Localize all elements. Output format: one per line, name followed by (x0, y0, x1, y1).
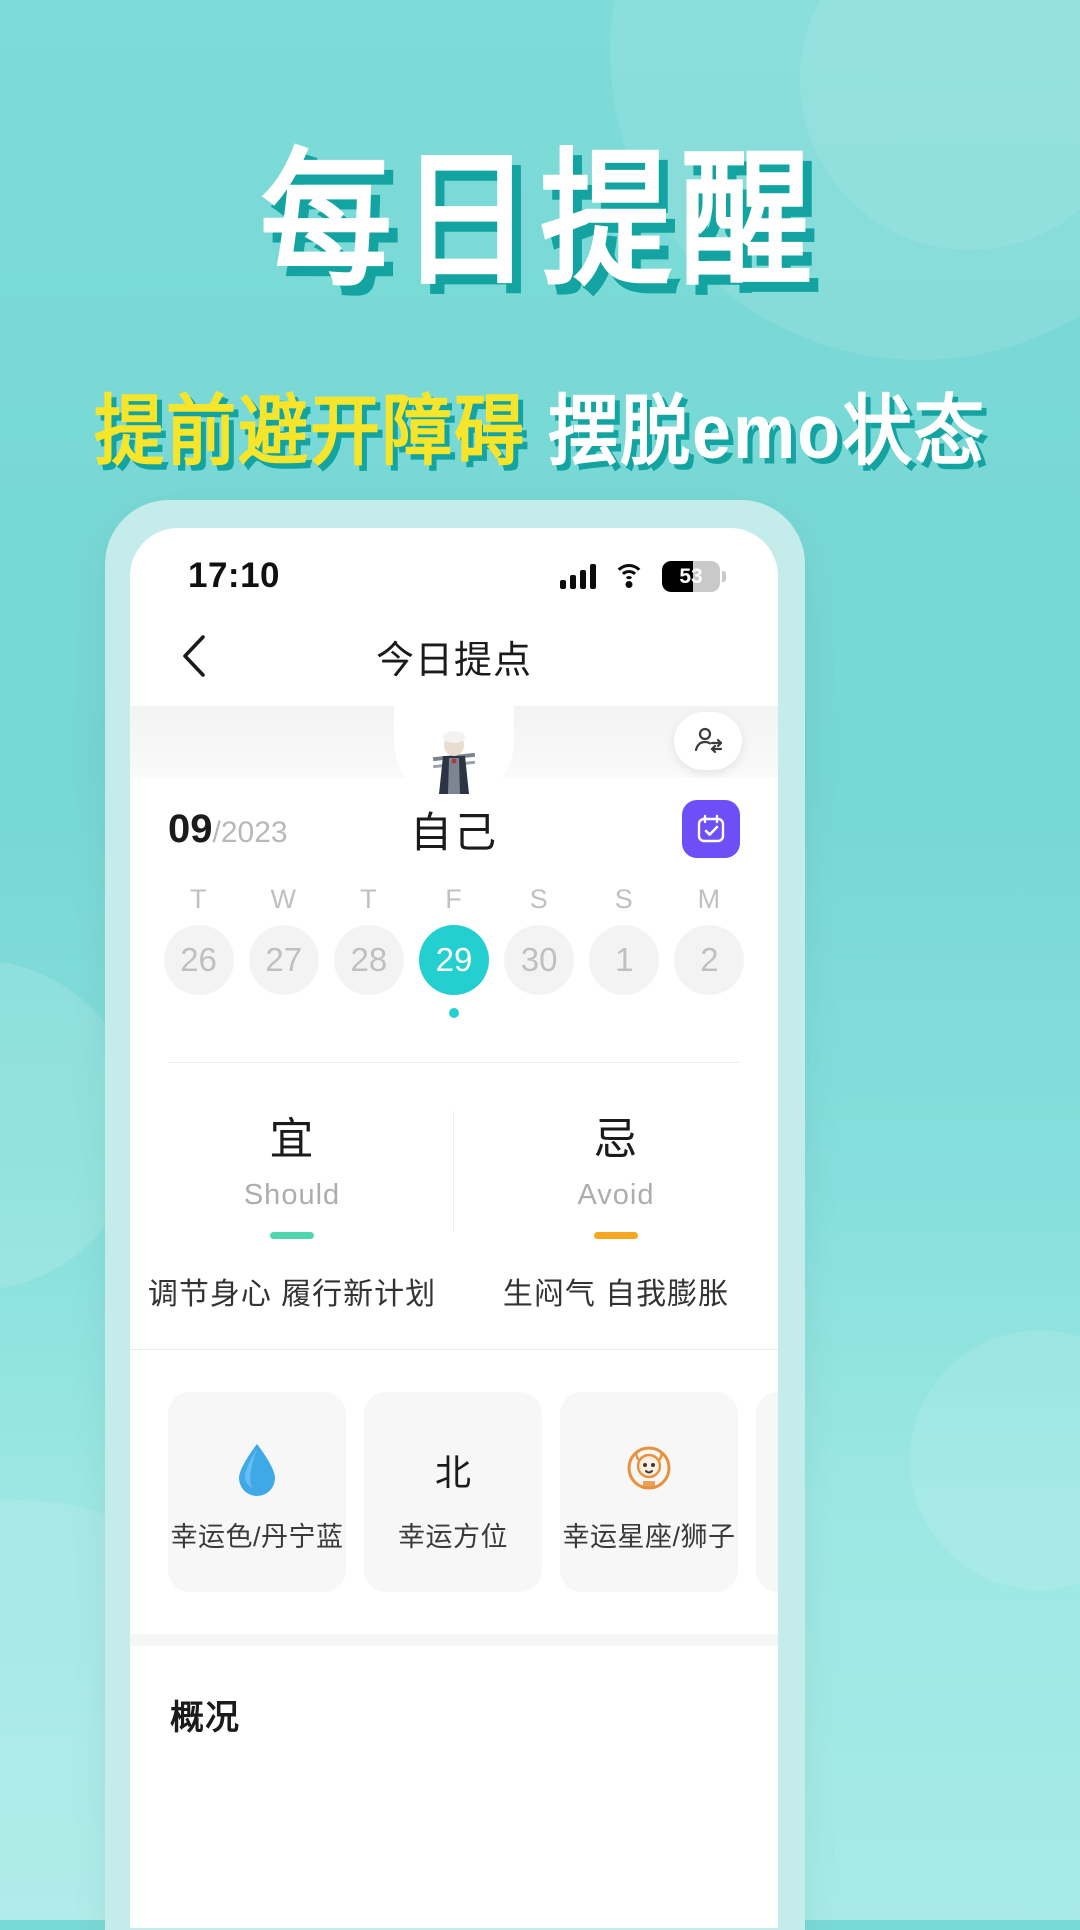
direction-text: 北 (434, 1451, 471, 1493)
should-english: Should (243, 1179, 341, 1211)
calendar-day[interactable]: 27 (241, 925, 326, 1018)
year-value: /2023 (212, 815, 288, 849)
should-hanzi: 宜 (269, 1115, 315, 1164)
lucky-zodiac-label: 幸运星座/狮子 (562, 1521, 736, 1552)
chevron-left-icon[interactable] (166, 628, 222, 684)
lucky-cards-row[interactable]: 幸运色/丹宁蓝 北 幸运方位 幸运星座/狮子 (130, 1350, 778, 1634)
should-avoid-section: 宜 Should 调节身心 履行新计划 忌 Avoid 生闷气 自我膨胀 (130, 1063, 778, 1349)
promo-headline: 每日提醒 (260, 138, 820, 303)
lucky-direction-card[interactable]: 北 幸运方位 (364, 1392, 542, 1592)
signal-bars-icon (560, 563, 596, 589)
weekday-label: T (189, 884, 208, 914)
phone-screen: 17:10 53 今日提点 09/2023 自己 T W T F S S M 2… (130, 528, 778, 1928)
calendar-day[interactable]: 30 (497, 925, 582, 1018)
battery-percent: 53 (679, 564, 703, 588)
lucky-color-card[interactable]: 幸运色/丹宁蓝 (168, 1392, 346, 1592)
page-title: 今日提点 (375, 639, 532, 682)
calendar-day[interactable]: 2 (667, 925, 752, 1018)
switch-user-icon[interactable] (674, 712, 742, 770)
lucky-color-label: 幸运色/丹宁蓝 (170, 1521, 344, 1552)
nav-bar: 今日提点 (130, 606, 778, 706)
weekday-label: S (529, 884, 549, 914)
should-items: 调节身心 履行新计划 (147, 1278, 437, 1311)
weekday-label: F (445, 884, 463, 914)
calendar-days: 26 27 28 29 30 1 2 (130, 919, 778, 1018)
calendar-day[interactable]: 1 (582, 925, 667, 1018)
calendar-day[interactable]: 28 (326, 925, 411, 1018)
weekday-label: S (614, 884, 634, 914)
section-gap (130, 1634, 778, 1646)
weekday-label: T (360, 884, 378, 914)
weekday-header: T W T F S S M (130, 864, 778, 919)
should-accent-bar (270, 1232, 314, 1239)
promo-subtitle-wrap: 提前避开障碍 摆脱emo状态 (0, 375, 1080, 476)
wifi-icon (613, 564, 645, 588)
weekday-label: W (270, 884, 297, 914)
calendar-check-icon[interactable] (682, 800, 740, 858)
avoid-hanzi: 忌 (593, 1115, 639, 1164)
calendar-day[interactable]: 26 (156, 925, 241, 1018)
should-column: 宜 Should 调节身心 履行新计划 (130, 1103, 454, 1313)
status-bar: 17:10 53 (130, 528, 778, 606)
person-label: 自己 (409, 808, 499, 856)
month-year: 09/2023 (168, 807, 288, 852)
avoid-items: 生闷气 自我膨胀 (502, 1278, 730, 1311)
avoid-column: 忌 Avoid 生闷气 自我膨胀 (454, 1103, 778, 1313)
promo-headline-wrap: 每日提醒 (0, 147, 1080, 295)
lucky-card-partial[interactable] (756, 1392, 778, 1592)
user-avatar[interactable] (415, 720, 493, 798)
status-icons: 53 (560, 560, 726, 592)
promo-subtitle-white: 摆脱emo状态 (548, 388, 986, 475)
avoid-english: Avoid (577, 1179, 655, 1211)
avoid-accent-bar (594, 1232, 638, 1239)
water-drop-icon (233, 1431, 281, 1509)
status-clock: 17:10 (188, 556, 281, 595)
lucky-zodiac-card[interactable]: 幸运星座/狮子 (560, 1392, 738, 1592)
month-value: 09 (168, 806, 213, 851)
weekday-label: M (697, 884, 722, 914)
profile-band (130, 706, 778, 802)
decorative-blob-bottom-right (910, 1330, 1080, 1590)
overview-title: 概况 (170, 1699, 240, 1737)
promo-subtitle-yellow: 提前避开障碍 (94, 388, 527, 475)
calendar-day-selected[interactable]: 29 (411, 925, 496, 1018)
leo-zodiac-icon (622, 1431, 676, 1509)
battery-icon: 53 (662, 560, 726, 592)
lucky-direction-label: 幸运方位 (398, 1521, 508, 1552)
